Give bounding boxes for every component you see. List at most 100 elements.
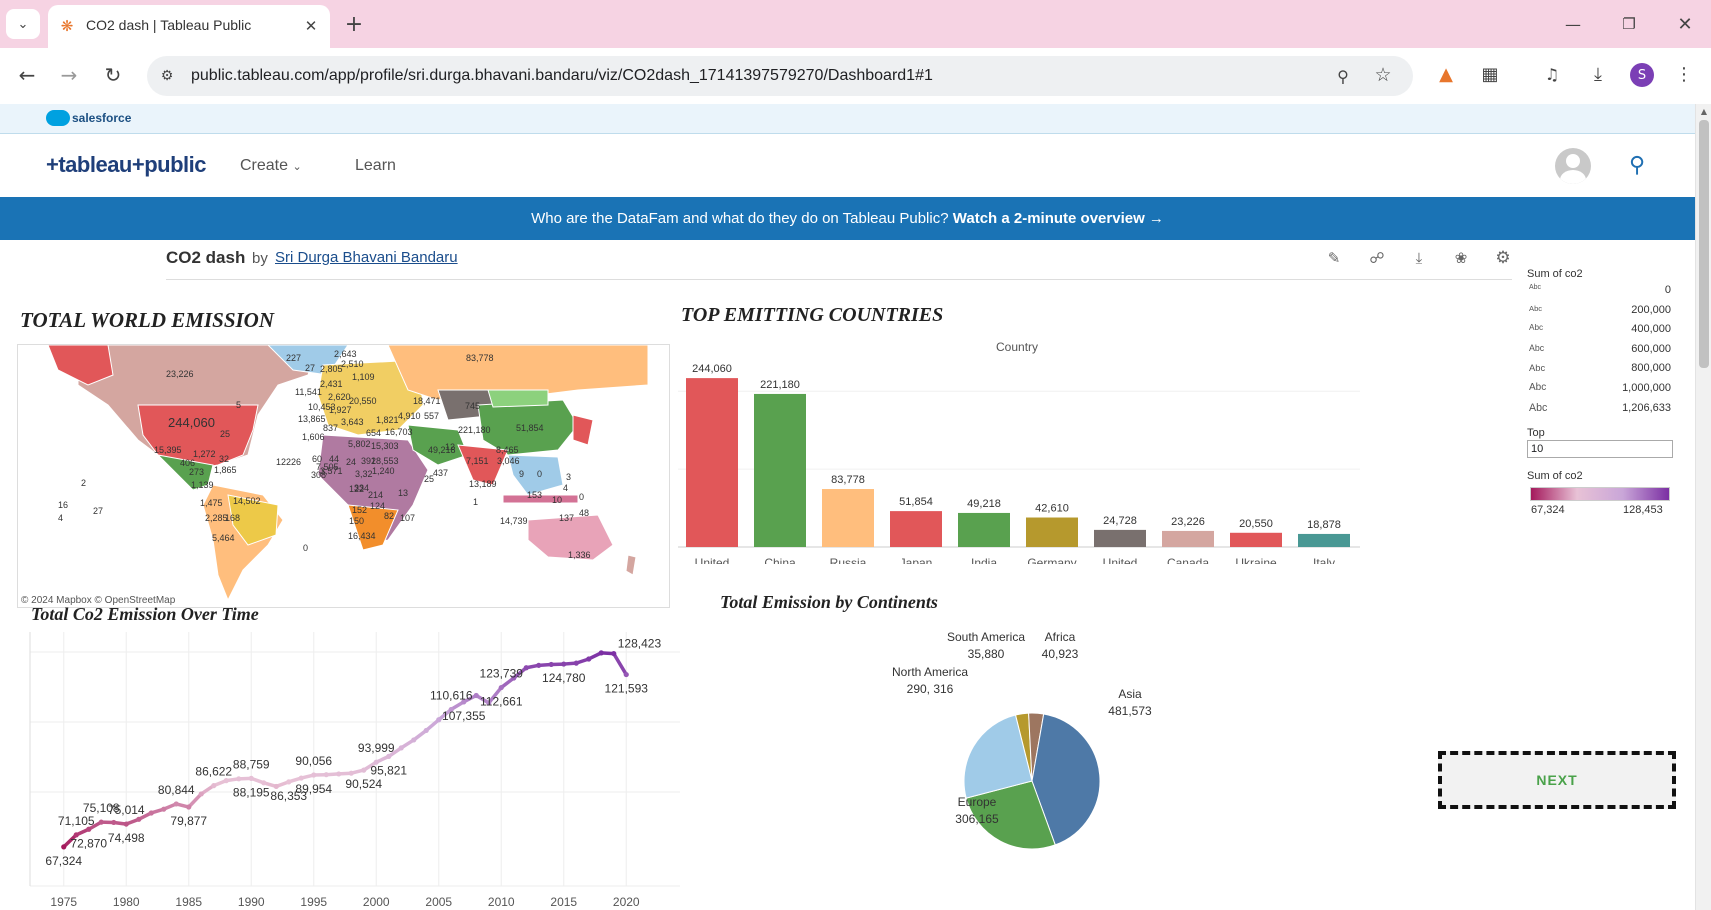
bar[interactable] xyxy=(1162,530,1214,547)
line-point[interactable] xyxy=(136,816,142,822)
line-point[interactable] xyxy=(536,662,542,668)
media-control-icon[interactable]: ♫ xyxy=(1538,60,1566,88)
learn-link[interactable]: Learn xyxy=(355,157,396,175)
scrollbar-up-arrow[interactable]: ▲ xyxy=(1698,104,1710,118)
size-legend-value: 400,000 xyxy=(1631,323,1671,336)
world-map[interactable]: 23,226 244,060 83,778 745 221,180 51,854 49,21… xyxy=(17,344,670,608)
line-point[interactable] xyxy=(98,819,104,825)
pie-chart[interactable]: Asia 481,573 Europe 306,165 North America 290… xyxy=(860,619,1180,909)
line-point[interactable] xyxy=(198,791,204,797)
metamask-extension-icon[interactable]: ▲ xyxy=(1432,60,1460,88)
size-legend-item[interactable]: Abc 1,000,000 xyxy=(1527,378,1677,398)
line-point[interactable] xyxy=(411,737,417,743)
tab-list-chevron-icon[interactable]: ⌄ xyxy=(6,9,40,39)
browser-menu-icon[interactable]: ⋮ xyxy=(1672,60,1696,88)
line-point[interactable] xyxy=(423,727,429,734)
line-point[interactable] xyxy=(548,661,554,668)
tableau-public-logo[interactable]: +tableau+public xyxy=(46,152,207,178)
line-point[interactable] xyxy=(173,801,179,807)
line-point[interactable] xyxy=(473,692,479,699)
line-point[interactable] xyxy=(586,656,592,662)
line-point[interactable] xyxy=(286,779,292,785)
viz-author-link[interactable]: Sri Durga Bhavani Bandaru xyxy=(275,249,458,266)
line-point[interactable] xyxy=(598,650,604,656)
size-legend-item[interactable]: Abc 0 xyxy=(1527,280,1677,300)
size-legend-value: 600,000 xyxy=(1631,342,1671,355)
minimize-icon[interactable]: — xyxy=(1558,10,1588,38)
close-tab-icon[interactable]: ✕ xyxy=(300,15,322,37)
user-avatar-icon[interactable] xyxy=(1555,148,1591,184)
new-tab-icon[interactable]: + xyxy=(340,10,368,38)
line-chart[interactable]: 1975 1980 1985 1990 1995 2000 2005 2010 2015 2020… xyxy=(20,624,680,910)
line-point[interactable] xyxy=(298,775,304,781)
line-point[interactable] xyxy=(348,770,354,776)
salesforce-cloud-icon[interactable] xyxy=(46,110,70,126)
size-legend-item[interactable]: Abc 400,000 xyxy=(1527,319,1677,339)
line-point[interactable] xyxy=(236,776,242,782)
line-point[interactable] xyxy=(61,844,67,850)
back-icon[interactable]: ← xyxy=(12,60,42,90)
line-point[interactable] xyxy=(248,775,254,781)
line-point[interactable] xyxy=(498,684,504,691)
restore-icon[interactable]: ❐ xyxy=(1614,10,1644,38)
line-point[interactable] xyxy=(211,783,217,789)
zoom-icon[interactable]: ⚲ xyxy=(1331,64,1355,88)
line-point[interactable] xyxy=(223,778,229,784)
line-point[interactable] xyxy=(361,767,367,773)
scrollbar-thumb[interactable] xyxy=(1699,120,1709,368)
bar[interactable] xyxy=(754,393,806,547)
line-point[interactable] xyxy=(311,772,317,778)
search-icon[interactable]: ⚲ xyxy=(1622,150,1652,180)
settings-gear-icon[interactable]: ⚙ xyxy=(1491,246,1515,270)
line-point[interactable] xyxy=(623,671,629,678)
edit-viz-icon[interactable]: ✎ xyxy=(1322,246,1346,270)
bar[interactable] xyxy=(1026,517,1078,547)
line-point[interactable] xyxy=(148,810,154,816)
bar[interactable] xyxy=(822,489,874,547)
banner-link[interactable]: Watch a 2-minute overview → xyxy=(953,210,1164,227)
address-bar[interactable]: ⚙ public.tableau.com/app/profile/sri.dur… xyxy=(147,56,1413,96)
bar-category-label: India xyxy=(971,556,997,564)
profile-avatar[interactable]: S xyxy=(1630,63,1654,87)
line-point[interactable] xyxy=(398,745,404,751)
bar[interactable] xyxy=(1298,533,1350,547)
line-point[interactable] xyxy=(186,804,192,810)
download-icon[interactable]: ⤓ xyxy=(1584,60,1612,88)
bar-chart[interactable]: 244,060UnitedStates221,180China83,778Rus… xyxy=(676,354,1366,564)
line-point[interactable] xyxy=(161,806,167,812)
bar[interactable] xyxy=(1230,532,1282,547)
share-icon[interactable]: ☍ xyxy=(1365,246,1389,270)
size-legend-item[interactable]: Abc 600,000 xyxy=(1527,339,1677,359)
bar[interactable] xyxy=(958,512,1010,547)
line-point[interactable] xyxy=(611,650,617,657)
site-info-icon[interactable]: ⚙ xyxy=(155,64,179,88)
line-point[interactable] xyxy=(523,665,529,671)
bar[interactable] xyxy=(890,511,942,547)
page-scrollbar[interactable]: ▲ xyxy=(1695,104,1711,910)
browser-tab[interactable]: ❋ CO2 dash | Tableau Public ✕ xyxy=(48,5,330,48)
bar[interactable] xyxy=(686,378,738,547)
line-point[interactable] xyxy=(436,717,442,723)
size-legend-item[interactable]: Abc 200,000 xyxy=(1527,300,1677,320)
top-input[interactable]: 10 xyxy=(1527,440,1673,459)
next-button[interactable]: NEXT xyxy=(1438,751,1676,809)
extensions-puzzle-icon[interactable]: ▦ xyxy=(1476,60,1504,88)
line-point[interactable] xyxy=(336,771,342,777)
line-point[interactable] xyxy=(573,660,579,666)
line-point[interactable] xyxy=(111,819,117,826)
line-point[interactable] xyxy=(561,661,567,667)
close-window-icon[interactable]: ✕ xyxy=(1670,10,1700,38)
download-viz-icon[interactable]: ⤓ xyxy=(1407,246,1431,270)
size-legend-item[interactable]: Abc 800,000 xyxy=(1527,358,1677,378)
create-menu[interactable]: Create ⌄ xyxy=(240,157,302,175)
bar[interactable] xyxy=(1094,529,1146,547)
line-point[interactable] xyxy=(323,772,329,778)
badge-icon[interactable]: ❀ xyxy=(1449,246,1473,270)
map-value-label: 1,821 xyxy=(376,415,399,425)
size-legend-item[interactable]: Abc 1,206,633 xyxy=(1527,398,1677,418)
reload-icon[interactable]: ↻ xyxy=(98,60,128,90)
forward-icon[interactable]: → xyxy=(54,60,84,90)
line-point[interactable] xyxy=(123,821,129,827)
bookmark-star-icon[interactable]: ☆ xyxy=(1371,63,1395,87)
line-point-label: 71,105 xyxy=(58,814,95,828)
